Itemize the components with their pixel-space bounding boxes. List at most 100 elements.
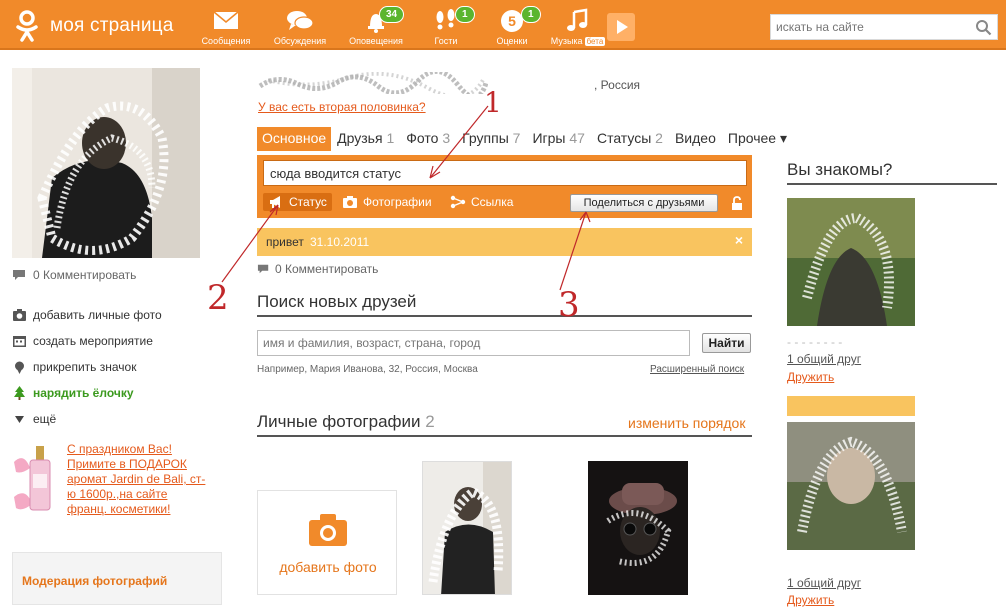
left-link-label: ещё: [33, 412, 57, 426]
tab-groups[interactable]: Группы 7: [456, 127, 526, 151]
change-order-link[interactable]: изменить порядок: [628, 415, 745, 431]
tab-label: Фото: [406, 130, 439, 146]
tab-label: Группы: [462, 130, 509, 146]
profile-avatar[interactable]: [12, 68, 200, 258]
svg-text:5: 5: [508, 13, 516, 29]
tab-friends[interactable]: Друзья 1: [331, 127, 400, 151]
site-search-input[interactable]: [771, 15, 967, 39]
photo-thumbnail[interactable]: [588, 461, 688, 595]
link-type-button[interactable]: Ссылка: [450, 195, 513, 209]
nav-guests[interactable]: 1 Гости: [413, 6, 479, 46]
triangle-down-icon: [15, 416, 24, 423]
section-divider: [257, 435, 752, 437]
mutual-friends-link[interactable]: 1 общий друг: [787, 576, 861, 590]
photo-thumbnail[interactable]: [422, 461, 512, 595]
tab-photos[interactable]: Фото 3: [400, 127, 456, 151]
nav-label: Обсуждения: [273, 36, 327, 46]
nav-notifications[interactable]: 34 Оповещения: [343, 6, 409, 46]
camera-icon: [13, 309, 26, 321]
tab-label: Видео: [674, 130, 716, 146]
suggested-friend-ribbon: [787, 396, 915, 416]
tab-label: Друзья: [337, 130, 383, 146]
more-link[interactable]: ещё: [12, 412, 56, 426]
tab-label: Прочее ▾: [727, 130, 787, 146]
tab-games[interactable]: Игры 47: [526, 127, 591, 151]
people-you-may-know-title: Вы знакомы?: [787, 160, 893, 179]
tab-count: 3: [442, 130, 451, 146]
bell-icon: 34: [361, 6, 405, 34]
tab-count: 2: [655, 130, 663, 146]
brand-title[interactable]: моя страница: [50, 15, 174, 37]
decorate-tree-link[interactable]: нарядить ёлочку: [12, 386, 134, 400]
annotation-number: 2: [207, 278, 229, 318]
status-input[interactable]: сюда вводится статус: [263, 160, 747, 186]
user-country: , Россия: [594, 78, 641, 92]
nav-music[interactable]: Музыка бета: [545, 8, 611, 46]
play-icon: [617, 20, 628, 34]
personal-photos-title: Личные фотографии 2: [257, 412, 435, 432]
nav-discussions[interactable]: Обсуждения: [267, 8, 333, 46]
add-personal-photo-link[interactable]: добавить личные фото: [12, 308, 162, 322]
profile-tabs: Основное Друзья 1 Фото 3 Группы 7 Игры 4…: [257, 127, 793, 151]
status-composer: сюда вводится статус Статус Фотографии С…: [257, 155, 752, 218]
share-link-icon: [450, 195, 466, 209]
suggested-friend-photo[interactable]: [787, 198, 915, 326]
pin-icon: [15, 361, 24, 374]
section-divider: [257, 315, 752, 317]
user-name-obscured: [258, 72, 488, 94]
attach-badge-link[interactable]: прикрепить значок: [12, 360, 136, 374]
perfume-promo-image[interactable]: [12, 442, 64, 522]
tab-statuses[interactable]: Статусы 2: [591, 127, 669, 151]
add-photo-label: добавить фото: [279, 559, 377, 575]
nav-messages[interactable]: Сообщения: [193, 8, 259, 46]
suggested-friend-photo[interactable]: [787, 422, 915, 550]
avatar-comment-link[interactable]: 0 Комментировать: [12, 268, 136, 282]
tab-more[interactable]: Прочее ▾: [722, 127, 793, 151]
beta-badge: бета: [584, 37, 606, 46]
site-search: [770, 14, 998, 40]
top-navigation-bar: моя страница Сообщения Обсуждения 34 Опо…: [0, 0, 1006, 50]
section-divider: [787, 183, 997, 185]
ratings-badge: 1: [521, 6, 541, 23]
current-status: привет 31.10.2011 ×: [257, 228, 752, 256]
guests-badge: 1: [455, 6, 475, 23]
friend-search-input[interactable]: [257, 330, 690, 356]
photos-title-label: Личные фотографии: [257, 412, 421, 431]
create-event-link[interactable]: создать мероприятие: [12, 334, 153, 348]
comment-label: 0 Комментировать: [33, 268, 137, 282]
photo-moderation-box[interactable]: Модерация фотографий: [12, 552, 222, 605]
odnoklassniki-logo-icon[interactable]: [14, 10, 40, 42]
befriend-link[interactable]: Дружить: [787, 370, 834, 384]
comment-icon: [257, 264, 269, 274]
tab-count: 1: [386, 130, 395, 146]
status-comment-link[interactable]: 0 Комментировать: [257, 262, 378, 276]
nav-label: Гости: [434, 36, 458, 46]
lock-icon[interactable]: [731, 196, 743, 211]
add-photo-button[interactable]: добавить фото: [257, 490, 397, 595]
tab-main[interactable]: Основное: [257, 127, 332, 151]
advanced-search-link[interactable]: Расширенный поиск: [650, 364, 744, 375]
nav-label: Музыка: [550, 36, 583, 46]
photos-type-button[interactable]: Фотографии: [342, 195, 432, 209]
footprints-icon: 1: [431, 6, 475, 34]
tab-count: 47: [569, 130, 585, 146]
nav-ratings[interactable]: 5 1 Оценки: [479, 6, 545, 46]
partner-link[interactable]: У вас есть вторая половинка?: [258, 100, 426, 114]
mutual-friends-link[interactable]: 1 общий друг: [787, 352, 861, 366]
close-icon[interactable]: ×: [735, 232, 743, 248]
search-icon[interactable]: [975, 19, 992, 36]
tab-label: Основное: [262, 130, 327, 146]
tab-video[interactable]: Видео: [669, 127, 722, 151]
play-button[interactable]: [607, 13, 635, 41]
find-button[interactable]: Найти: [702, 333, 751, 353]
calendar-icon: [13, 336, 26, 347]
megaphone-icon: [270, 196, 280, 208]
share-with-friends-button[interactable]: Поделиться с друзьями: [570, 194, 718, 212]
current-status-date: 31.10.2011: [310, 235, 370, 249]
status-type-button[interactable]: Статус: [263, 193, 332, 211]
envelope-icon: [211, 8, 241, 34]
nav-label: Оценки: [496, 36, 528, 46]
promo-link[interactable]: С праздником Вас! Примите в ПОДАРОК аром…: [67, 442, 207, 517]
tab-label: Игры: [532, 130, 566, 146]
moderation-label: Модерация фотографий: [22, 574, 168, 588]
